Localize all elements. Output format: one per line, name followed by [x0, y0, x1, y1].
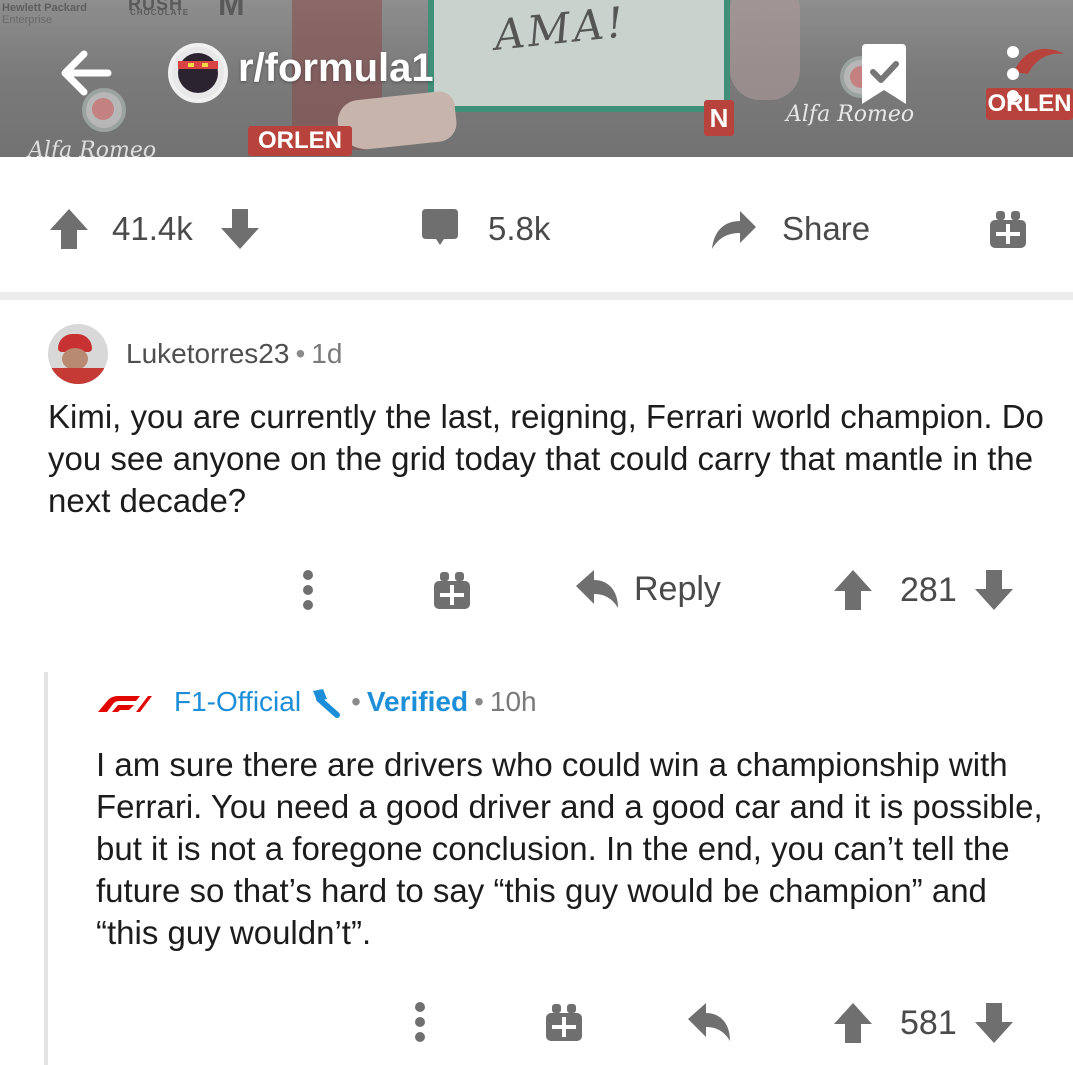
comment-author[interactable]: F1-Official	[174, 686, 301, 717]
comment-score: 581	[900, 1003, 957, 1042]
sponsor-hp-subtext: Enterprise	[2, 14, 53, 26]
share-arrow-icon	[712, 211, 756, 249]
back-arrow-icon[interactable]	[56, 44, 114, 102]
post-comments-button[interactable]: 5.8k	[418, 207, 550, 251]
comment-meta: Luketorres23 • 1d	[126, 338, 342, 370]
reply-label: Reply	[634, 569, 721, 608]
alfa-romeo-text-left: Alfa Romeo	[28, 138, 157, 157]
gift-icon[interactable]	[432, 569, 472, 611]
f1-logo-icon[interactable]	[96, 694, 152, 714]
gift-icon[interactable]	[988, 208, 1028, 250]
downvote-arrow-icon[interactable]	[973, 1001, 1015, 1045]
verified-flair: Verified	[366, 686, 469, 717]
comment-vote-group: 581	[832, 1001, 1015, 1045]
thread-indent-line[interactable]	[44, 672, 48, 1065]
section-divider	[0, 292, 1073, 300]
ama-board-text: AMA!	[491, 0, 629, 60]
post-vote-group: 41.4k	[48, 207, 261, 251]
meta-separator: •	[474, 686, 484, 717]
comment-timestamp: 1d	[311, 338, 343, 369]
post-header-banner: Hewlett Packard Enterprise RUSH CHOCOLAT…	[0, 0, 1073, 157]
reply-arrow-icon	[576, 570, 618, 608]
sponsor-m-text: M	[218, 0, 245, 22]
user-avatar[interactable]	[48, 324, 108, 384]
meta-separator: •	[351, 686, 361, 717]
more-vertical-icon[interactable]	[996, 44, 1030, 104]
subreddit-name-link[interactable]: r/formula1	[238, 46, 434, 91]
post-action-bar: 41.4k 5.8k Share	[0, 157, 1073, 292]
share-button[interactable]: Share	[708, 207, 870, 251]
sponsor-rush-subtext: CHOCOLATE	[130, 8, 190, 17]
comment-vote-group: 281	[832, 568, 1015, 612]
bookmark-check-icon[interactable]	[856, 42, 912, 108]
upvote-arrow-icon[interactable]	[832, 568, 874, 612]
more-vertical-icon[interactable]	[408, 1000, 432, 1044]
comment-author[interactable]: Luketorres23	[126, 338, 289, 369]
downvote-arrow-icon[interactable]	[973, 568, 1015, 612]
comment-body: I am sure there are drivers who could wi…	[96, 746, 1043, 951]
reply-arrow-icon[interactable]	[686, 1001, 732, 1043]
comment-bubble-icon	[422, 209, 458, 245]
downvote-arrow-icon[interactable]	[219, 207, 261, 251]
ama-whiteboard: AMA!	[428, 0, 730, 112]
subreddit-avatar[interactable]	[168, 43, 228, 103]
comment-meta: F1-Official • Verified • 10h	[174, 686, 537, 721]
share-label: Share	[782, 210, 871, 247]
upvote-arrow-icon[interactable]	[48, 207, 90, 251]
orlen-banner-text: ORLEN	[248, 126, 352, 156]
meta-separator: •	[295, 338, 306, 369]
comment-body: Kimi, you are currently the last, reigni…	[48, 398, 1044, 519]
upvote-arrow-icon[interactable]	[832, 1001, 874, 1045]
more-vertical-icon[interactable]	[296, 568, 320, 612]
comment-timestamp: 10h	[489, 686, 537, 717]
comment-score: 281	[900, 570, 957, 609]
banner-partial-letter: N	[704, 100, 734, 136]
sponsor-hp-text: Hewlett Packard	[2, 2, 87, 14]
banner-figure-arm	[730, 0, 800, 100]
gift-icon[interactable]	[544, 1001, 584, 1043]
microphone-icon	[313, 688, 341, 718]
reply-button[interactable]: Reply	[574, 568, 721, 610]
post-comment-count: 5.8k	[488, 210, 551, 247]
post-upvote-count: 41.4k	[112, 210, 193, 247]
